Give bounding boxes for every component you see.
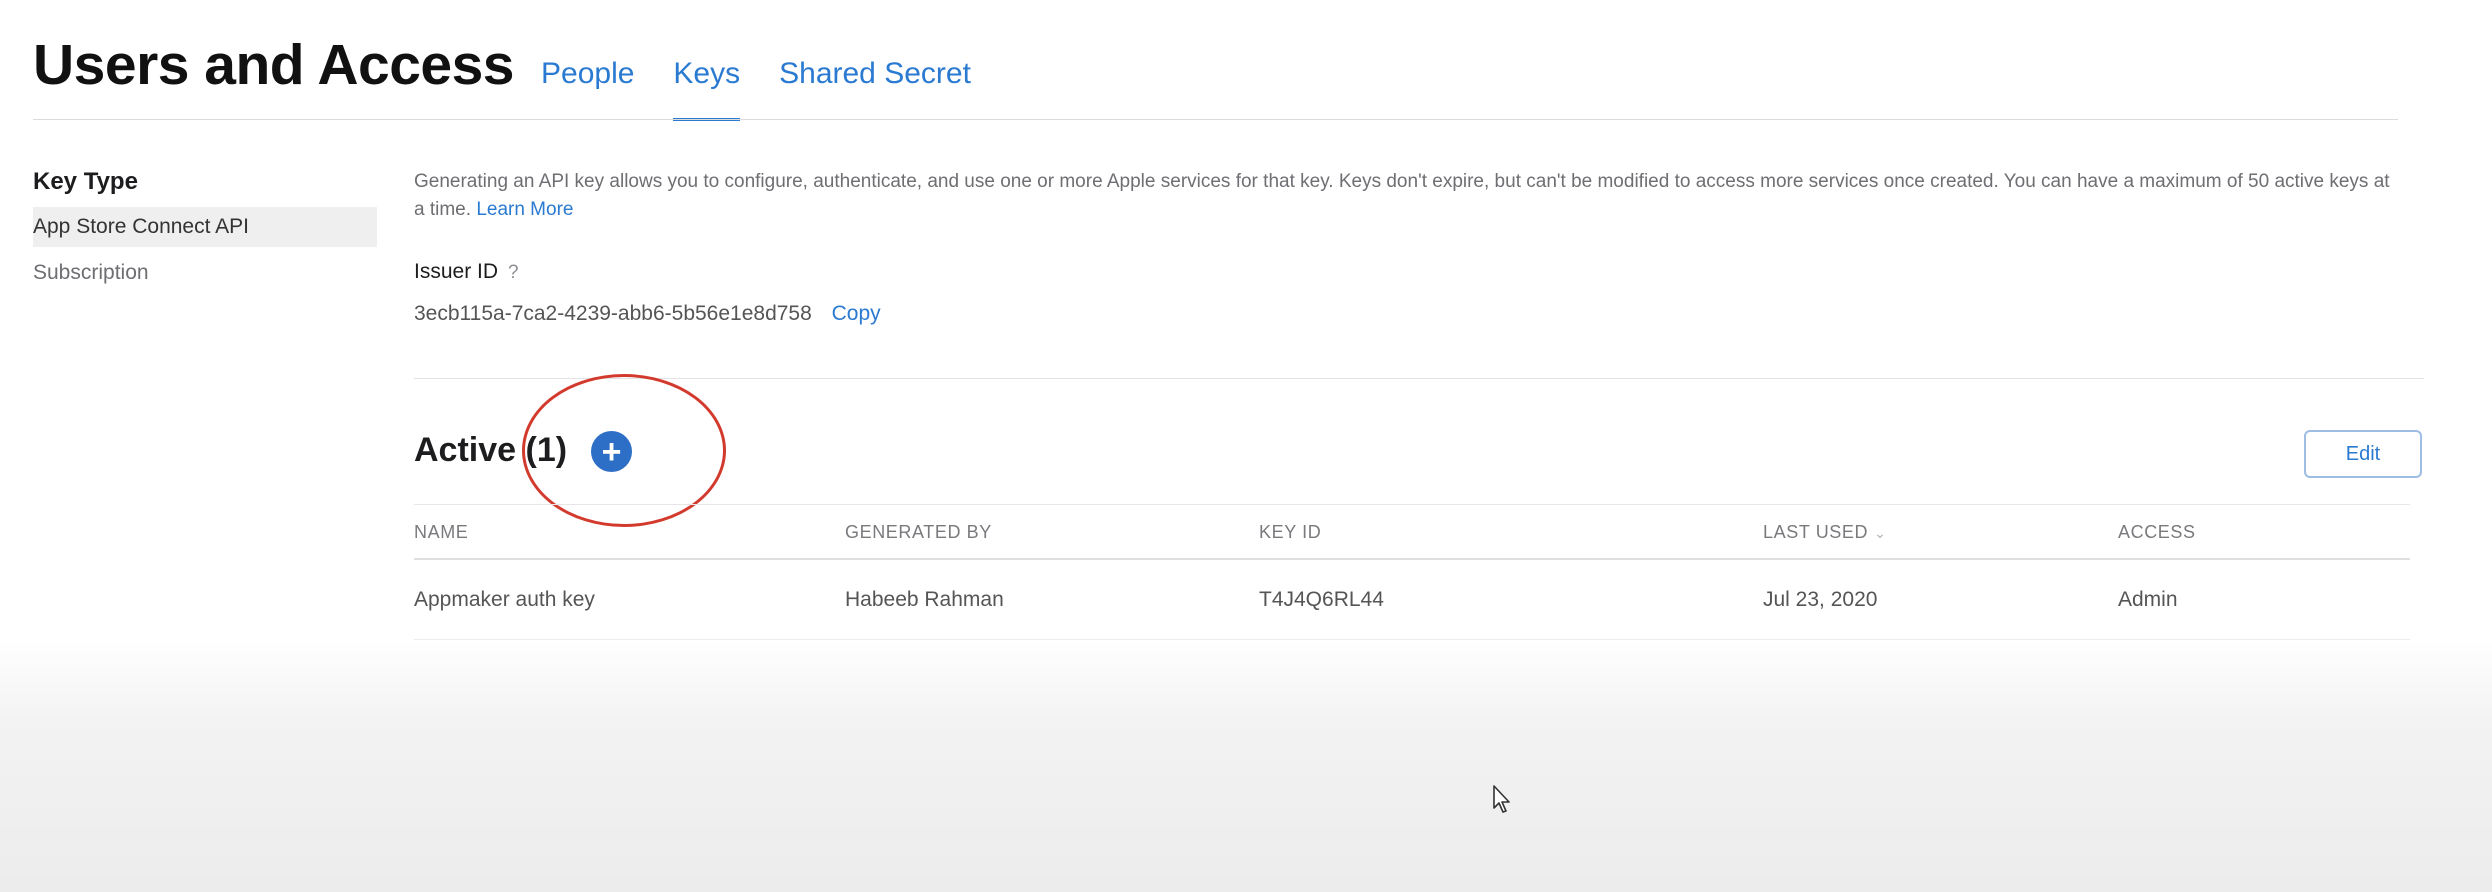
header-divider — [33, 119, 2398, 120]
sidebar-heading: Key Type — [33, 168, 138, 195]
column-header-name[interactable]: NAME — [414, 522, 468, 543]
learn-more-link[interactable]: Learn More — [476, 199, 573, 220]
column-header-key-id[interactable]: KEY ID — [1259, 522, 1321, 543]
tab-bar: People Keys Shared Secret — [541, 52, 971, 121]
tab-shared-secret[interactable]: Shared Secret — [779, 52, 971, 96]
add-key-button[interactable]: + — [591, 431, 632, 472]
page-title: Users and Access — [33, 33, 515, 97]
column-header-last-used[interactable]: LAST USED ⌄ — [1763, 522, 1886, 543]
plus-circle-icon: + — [601, 432, 622, 471]
active-keys-heading: Active (1) — [414, 431, 568, 469]
table-top-divider — [414, 504, 2410, 505]
column-header-access[interactable]: ACCESS — [2118, 522, 2196, 543]
question-mark-icon[interactable]: ? — [508, 262, 519, 283]
description-text: Generating an API key allows you to conf… — [414, 171, 2390, 220]
issuer-id-label-text: Issuer ID — [414, 260, 499, 283]
edit-button[interactable]: Edit — [2304, 430, 2422, 478]
issuer-id-label: Issuer ID? — [414, 260, 519, 284]
cell-access: Admin — [2118, 588, 2178, 611]
sidebar: Key Type App Store Connect API Subscript… — [33, 165, 377, 291]
issuer-id-value: 3ecb115a-7ca2-4239-abb6-5b56e1e8d758 — [414, 302, 812, 325]
tab-keys[interactable]: Keys — [673, 52, 740, 121]
table-header: NAME GENERATED BY KEY ID LAST USED ⌄ ACCE… — [414, 508, 2410, 560]
section-divider — [414, 378, 2424, 379]
cell-generated-by: Habeeb Rahman — [845, 588, 1004, 611]
cell-name: Appmaker auth key — [414, 588, 595, 611]
sort-descending-icon: ⌄ — [1874, 525, 1887, 541]
issuer-id-row: 3ecb115a-7ca2-4239-abb6-5b56e1e8d758 Cop… — [414, 302, 881, 326]
page: Users and Access People Keys Shared Secr… — [0, 0, 2492, 892]
cell-last-used: Jul 23, 2020 — [1763, 588, 1878, 611]
tab-people[interactable]: People — [541, 52, 634, 96]
column-header-last-used-label: LAST USED — [1763, 522, 1869, 542]
sidebar-item-app-store-connect-api[interactable]: App Store Connect API — [33, 207, 377, 247]
intro-description: Generating an API key allows you to conf… — [414, 168, 2404, 224]
mouse-pointer-icon — [1493, 785, 1510, 813]
column-header-generated-by[interactable]: GENERATED BY — [845, 522, 992, 543]
copy-issuer-id-link[interactable]: Copy — [832, 302, 881, 325]
cell-key-id: T4J4Q6RL44 — [1259, 588, 1384, 611]
sidebar-item-subscription[interactable]: Subscription — [33, 255, 377, 291]
table-row[interactable]: Appmaker auth key Habeeb Rahman T4J4Q6RL… — [414, 562, 2410, 640]
